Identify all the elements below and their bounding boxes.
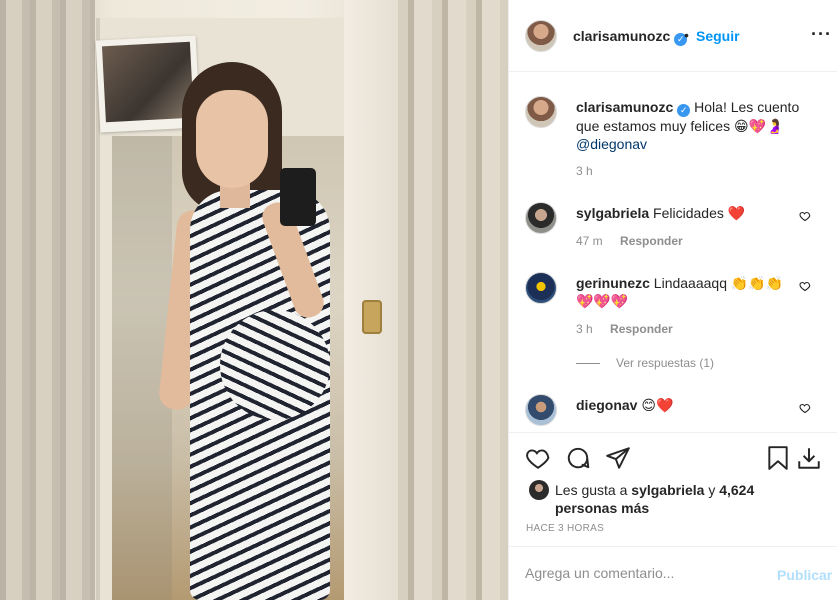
caption-meta: 3 h [576, 164, 607, 178]
caption: clarisamunozc ✓ Hola! Les cuento que esta… [525, 96, 825, 186]
heart-icon[interactable] [525, 445, 551, 471]
author-block: clarisamunozc ✓ [573, 28, 688, 46]
comment-text-block: diegonav 😊❤️ [576, 396, 816, 414]
post-photo[interactable] [0, 0, 508, 600]
mention-link[interactable]: @diegonav [576, 136, 647, 152]
curtain-right [398, 0, 508, 600]
comment-username[interactable]: sylgabriela [576, 205, 649, 221]
comment-text: 😊❤️ [641, 397, 674, 413]
comment-username[interactable]: diegonav [576, 397, 637, 413]
phone [280, 168, 316, 226]
face [196, 90, 268, 188]
commenter-avatar[interactable] [525, 202, 557, 234]
replies-line [576, 363, 600, 365]
person-figure [157, 60, 360, 600]
author-avatar[interactable] [525, 20, 557, 52]
small-heart-icon[interactable] [799, 402, 811, 414]
curtain-left [0, 0, 95, 600]
author-username[interactable]: clarisamunozc [573, 28, 670, 44]
view-replies-label: Ver respuestas (1) [616, 356, 715, 370]
commenter-avatar[interactable] [525, 272, 557, 304]
post-sidebar: clarisamunozc ✓ • Seguir ··· clarisamunoz… [508, 0, 837, 600]
caption-text-block: clarisamunozc ✓ Hola! Les cuento que esta… [576, 98, 816, 153]
post-header: clarisamunozc ✓ • Seguir ··· [509, 0, 837, 72]
caption-time[interactable]: 3 h [576, 164, 593, 178]
action-bar [509, 432, 837, 480]
small-heart-icon[interactable] [799, 280, 811, 292]
liker-username[interactable]: sylgabriela [631, 482, 704, 498]
small-heart-icon[interactable] [799, 210, 811, 222]
caption-username[interactable]: clarisamunozc [576, 99, 673, 115]
likes-middle: y [708, 482, 716, 498]
dress-belly [220, 310, 330, 420]
comment-text-block: sylgabriela Felicidades ❤️ [576, 204, 816, 222]
publish-button[interactable]: Publicar [777, 567, 832, 583]
comment-username[interactable]: gerinunezc [576, 275, 650, 291]
comment-text: Felicidades ❤️ [653, 205, 746, 221]
comment-item: gerinunezc Lindaaaaqq 👏👏👏 💖💖💖 3 h Respon… [525, 272, 825, 342]
comment-text-line-2: 💖💖💖 [576, 293, 629, 309]
download-icon[interactable] [796, 445, 822, 471]
comment-item: diegonav 😊❤️ [525, 394, 825, 428]
comment-meta: 47 m Responder [576, 234, 697, 248]
bookmark-icon[interactable] [765, 445, 791, 471]
comment-meta: 3 h Responder [576, 322, 687, 336]
view-replies-button[interactable]: Ver respuestas (1) [576, 356, 714, 370]
comment-time[interactable]: 3 h [576, 322, 593, 336]
reply-button[interactable]: Responder [620, 234, 683, 248]
comment-icon[interactable] [565, 445, 591, 471]
comment-text: Lindaaaaqq 👏👏👏 [653, 275, 784, 291]
follow-button[interactable]: Seguir [696, 28, 740, 44]
comment-item: sylgabriela Felicidades ❤️ 47 m Responde… [525, 202, 825, 258]
comment-time[interactable]: 47 m [576, 234, 603, 248]
likes-text: Les gusta a sylgabriela y 4,624 personas… [555, 481, 815, 517]
separator-dot: • [684, 27, 689, 43]
reply-button[interactable]: Responder [610, 322, 673, 336]
likes-prefix: Les gusta a [555, 482, 628, 498]
caption-avatar[interactable] [525, 96, 557, 128]
comment-input[interactable] [525, 565, 755, 581]
post-timestamp[interactable]: HACE 3 HORAS [526, 523, 604, 534]
liker-avatar[interactable] [529, 480, 549, 500]
verified-icon: ✓ [677, 104, 691, 117]
door-handle [362, 300, 382, 334]
add-comment-bar: Publicar [509, 546, 837, 600]
share-icon[interactable] [605, 445, 631, 471]
commenter-avatar[interactable] [525, 394, 557, 426]
comment-text-block: gerinunezc Lindaaaaqq 👏👏👏 💖💖💖 [576, 274, 816, 310]
more-options-icon[interactable]: ··· [811, 24, 832, 45]
